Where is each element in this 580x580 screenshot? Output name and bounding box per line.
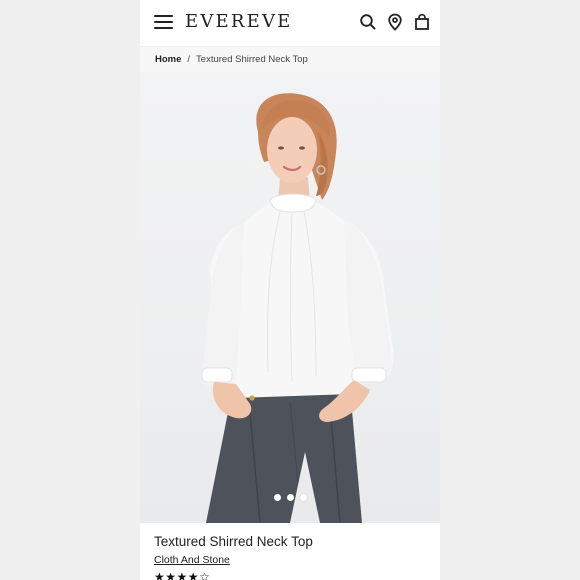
star-filled-icon: ★ — [154, 570, 166, 580]
carousel-dots — [140, 494, 440, 501]
breadcrumb: Home / Textured Shirred Neck Top — [140, 46, 440, 72]
carousel-dot-2[interactable] — [286, 494, 294, 501]
screenshot-background: EVEREVE Home / Textured Shirred Neck Top — [0, 0, 580, 580]
site-logo[interactable]: EVEREVE — [185, 11, 293, 32]
star-filled-icon: ★ — [187, 570, 200, 580]
product-title: Textured Shirred Neck Top — [154, 534, 313, 549]
product-image-carousel[interactable] — [140, 72, 440, 523]
product-info: Textured Shirred Neck Top Cloth And Ston… — [140, 523, 440, 580]
breadcrumb-home-link[interactable]: Home — [155, 54, 181, 65]
location-pin-icon[interactable] — [386, 13, 404, 31]
hamburger-menu-icon[interactable] — [154, 15, 173, 30]
mobile-page: EVEREVE Home / Textured Shirred Neck Top — [140, 0, 440, 580]
star-filled-icon: ★ — [176, 570, 188, 580]
star-filled-icon: ★ — [165, 570, 177, 580]
shopping-bag-icon[interactable] — [413, 13, 431, 31]
breadcrumb-separator: / — [187, 54, 191, 65]
star-rating[interactable]: ★★★★☆ — [154, 570, 440, 580]
carousel-dot-1[interactable] — [273, 494, 281, 501]
search-icon[interactable] — [359, 13, 377, 31]
carousel-dot-3[interactable] — [299, 494, 307, 501]
brand-link[interactable]: Cloth And Stone — [154, 554, 230, 566]
breadcrumb-current: Textured Shirred Neck Top — [196, 54, 308, 65]
site-header: EVEREVE — [140, 0, 440, 46]
star-empty-icon: ☆ — [199, 570, 211, 580]
product-photo — [201, 93, 394, 523]
